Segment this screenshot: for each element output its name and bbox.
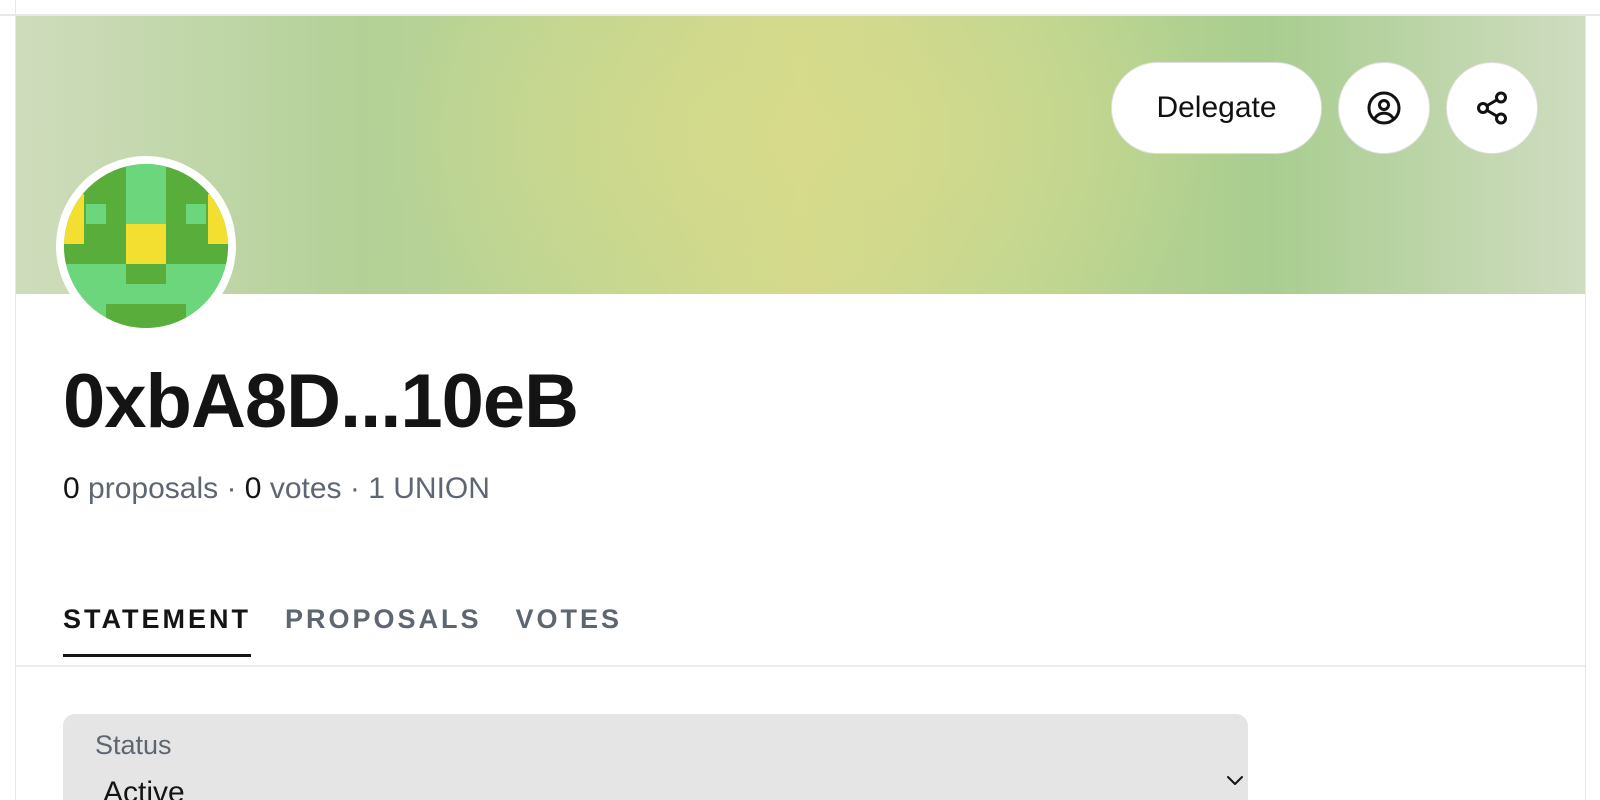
tab-proposals[interactable]: PROPOSALS <box>285 604 482 657</box>
votes-label: votes <box>269 472 342 505</box>
avatar-identicon <box>64 164 228 328</box>
status-label: Status <box>95 730 172 760</box>
profile-tabs: STATEMENT PROPOSALS VOTES <box>63 604 622 657</box>
proposals-label: proposals <box>88 472 219 505</box>
share-button[interactable] <box>1446 62 1538 154</box>
right-divider <box>1585 16 1586 800</box>
status-select[interactable]: Status Active <box>63 714 1248 800</box>
proposals-count: 0 <box>63 472 80 505</box>
user-circle-icon <box>1367 91 1401 125</box>
page-title: 0xbA8D...10eB <box>63 359 579 444</box>
tab-statement[interactable]: STATEMENT <box>63 604 251 657</box>
tabs-divider <box>16 665 1585 667</box>
delegate-button[interactable]: Delegate <box>1111 62 1322 154</box>
profile-stats: 0 proposals · 0 votes · 1 UNION <box>63 472 490 506</box>
profile-page: Delegate 0xbA8D...10eB 0 proposals · 0 v… <box>0 0 1600 800</box>
status-value: Active <box>103 776 185 800</box>
avatar <box>56 156 236 336</box>
stats-separator: · <box>349 472 360 505</box>
profile-banner <box>16 16 1585 294</box>
share-icon <box>1477 91 1507 125</box>
chevron-down-icon <box>1227 776 1243 785</box>
votes-count: 0 <box>244 472 262 505</box>
token-amount: 1 UNION <box>368 472 490 505</box>
tab-votes[interactable]: VOTES <box>516 604 623 657</box>
stats-separator: · <box>226 472 237 505</box>
profile-button[interactable] <box>1338 62 1430 154</box>
